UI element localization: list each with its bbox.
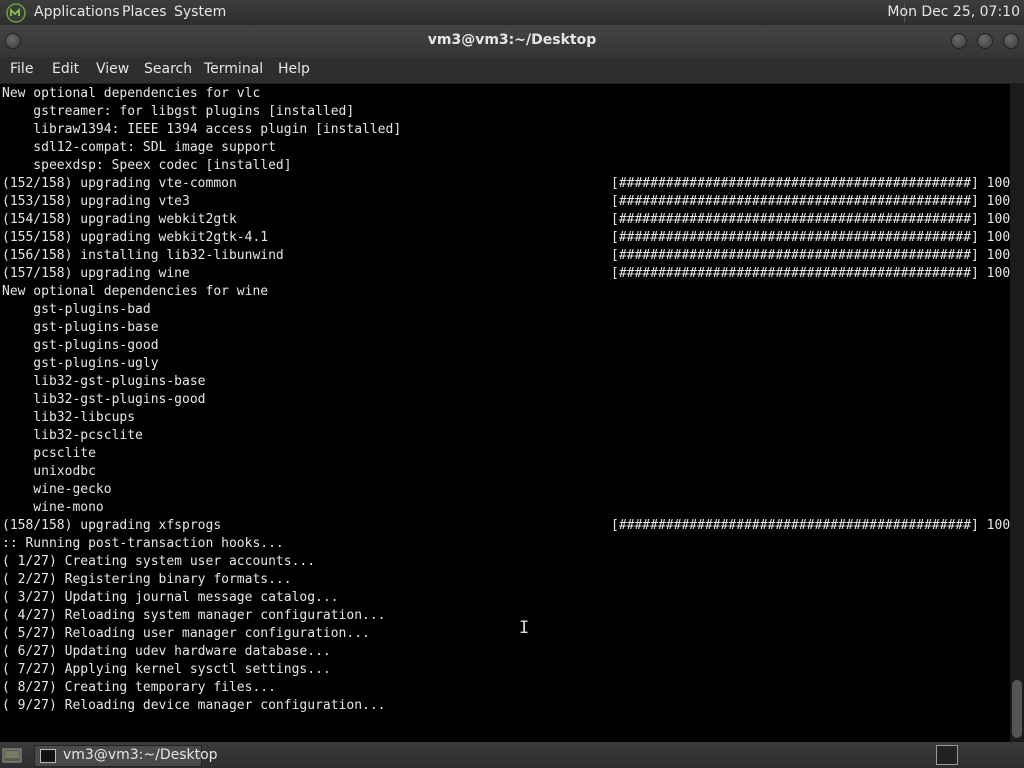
progress-bar-text: [#######################################… [611, 266, 1010, 281]
terminal-line: lib32-libcups [2, 410, 136, 425]
terminal-line: lib32-pcsclite [2, 428, 143, 443]
terminal-line: sdl12-compat: SDL image support [2, 140, 276, 155]
menu-terminal[interactable]: Terminal [204, 61, 263, 77]
terminal-line: ( 8/27) Creating temporary files... [2, 680, 276, 695]
terminal-line: New optional dependencies for vlc [2, 86, 261, 101]
progress-bar-text: [#######################################… [611, 194, 1010, 209]
clock[interactable]: Mon Dec 25, 07:10 [887, 4, 1020, 20]
terminal-output[interactable]: New optional dependencies for vlc gstrea… [0, 84, 1010, 742]
menu-view[interactable]: View [96, 61, 129, 77]
bottom-panel: vm3@vm3:~/Desktop [0, 742, 1024, 768]
terminal-line: (153/158) upgrading vte3 [2, 194, 190, 209]
terminal-line: :: Running post-transaction hooks... [2, 536, 284, 551]
terminal-line: libraw1394: IEEE 1394 access plugin [ins… [2, 122, 402, 137]
progress-bar-text: [#######################################… [611, 212, 1010, 227]
terminal-line: ( 9/27) Reloading device manager configu… [2, 698, 386, 713]
terminal-line: ( 1/27) Creating system user accounts... [2, 554, 316, 569]
terminal-line: speexdsp: Speex codec [installed] [2, 158, 292, 173]
terminal-line: (152/158) upgrading vte-common [2, 176, 237, 191]
terminal-line: lib32-gst-plugins-good [2, 392, 206, 407]
taskbar-item-terminal[interactable]: vm3@vm3:~/Desktop [34, 745, 218, 767]
show-desktop-icon[interactable] [2, 746, 22, 764]
terminal-line: (155/158) upgrading webkit2gtk-4.1 [2, 230, 269, 245]
taskbar-item-label: vm3@vm3:~/Desktop [63, 747, 218, 763]
terminal-line: unixodbc [2, 464, 96, 479]
terminal-scrollbar[interactable] [1010, 84, 1024, 742]
terminal-menubar: File Edit View Search Terminal Help [0, 57, 1024, 84]
terminal-line: gst-plugins-bad [2, 302, 151, 317]
minimize-icon[interactable] [951, 33, 967, 49]
progress-bar-text: [#######################################… [611, 230, 1010, 245]
maximize-icon[interactable] [977, 33, 993, 49]
menu-search[interactable]: Search [144, 61, 192, 77]
progress-bar-text: [#######################################… [611, 176, 1010, 191]
terminal-line: (158/158) upgrading xfsprogs [2, 518, 222, 533]
terminal-line: gst-plugins-good [2, 338, 159, 353]
terminal-icon [40, 749, 56, 763]
terminal-line: (156/158) installing lib32-libunwind [2, 248, 284, 263]
scrollbar-thumb[interactable] [1012, 680, 1022, 738]
menu-file[interactable]: File [10, 61, 33, 77]
terminal-line: ( 6/27) Updating udev hardware database.… [2, 644, 331, 659]
terminal-line: (154/158) upgrading webkit2gtk [2, 212, 237, 227]
terminal-line: ( 7/27) Applying kernel sysctl settings.… [2, 662, 331, 677]
window-title: vm3@vm3:~/Desktop [427, 32, 597, 48]
terminal-line: lib32-gst-plugins-base [2, 374, 206, 389]
terminal-line: ( 3/27) Updating journal message catalog… [2, 590, 339, 605]
system-menu[interactable]: System [174, 4, 226, 20]
top-panel: Applications Places System Mon Dec 25, 0… [0, 0, 1024, 25]
places-menu[interactable]: Places [122, 4, 167, 20]
terminal-line: ( 4/27) Reloading system manager configu… [2, 608, 386, 623]
window-titlebar[interactable]: vm3@vm3:~/Desktop [0, 25, 1024, 57]
terminal-line: wine-mono [2, 500, 104, 515]
terminal-line: (157/158) upgrading wine [2, 266, 190, 281]
text-cursor-icon: I [519, 618, 530, 638]
menu-edit[interactable]: Edit [52, 61, 79, 77]
terminal-line: pcsclite [2, 446, 96, 461]
terminal-line: ( 5/27) Reloading user manager configura… [2, 626, 370, 641]
terminal-line: gst-plugins-base [2, 320, 159, 335]
progress-bar-text: [#######################################… [611, 518, 1010, 533]
menu-help[interactable]: Help [278, 61, 310, 77]
progress-bar-text: [#######################################… [611, 248, 1010, 263]
workspace-switcher-icon[interactable] [936, 745, 958, 765]
close-icon[interactable] [1003, 33, 1019, 49]
applications-menu[interactable]: Applications [34, 4, 120, 20]
terminal-line: wine-gecko [2, 482, 112, 497]
terminal-line: gstreamer: for libgst plugins [installed… [2, 104, 355, 119]
terminal-line: gst-plugins-ugly [2, 356, 159, 371]
terminal-line: New optional dependencies for wine [2, 284, 269, 299]
terminal-line: ( 2/27) Registering binary formats... [2, 572, 292, 587]
distro-logo-icon[interactable] [6, 3, 26, 23]
